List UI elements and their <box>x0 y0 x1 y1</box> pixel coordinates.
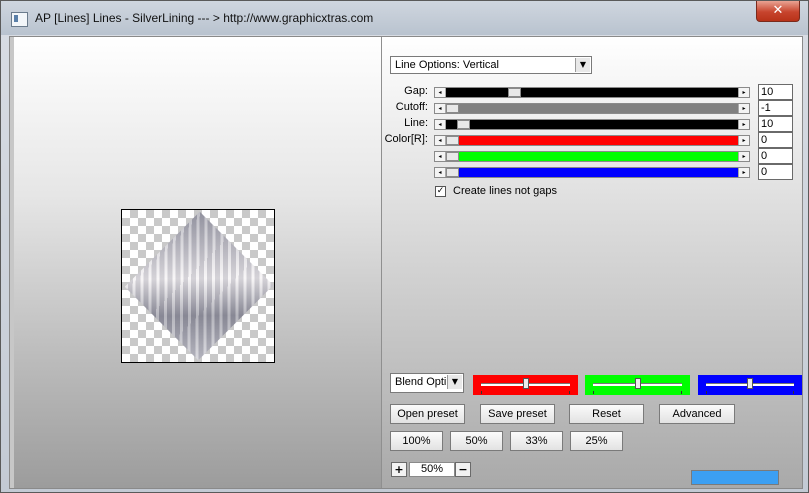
slider-value-field[interactable]: 0 <box>758 148 793 164</box>
parameter-slider[interactable]: ◂ ▸ <box>434 87 750 98</box>
arrow-right-icon[interactable]: ▸ <box>738 120 749 129</box>
slider-thumb[interactable] <box>522 378 529 389</box>
plugin-window: AP [Lines] Lines - SilverLining --- > ht… <box>0 0 809 493</box>
slider-ticks <box>593 391 682 394</box>
slider-track[interactable] <box>446 152 738 161</box>
parameter-slider[interactable]: ◂ ▸ <box>434 103 750 114</box>
slider-value-field[interactable]: 0 <box>758 132 793 148</box>
chevron-down-icon[interactable]: ▼ <box>575 58 590 72</box>
slider-thumb[interactable] <box>446 136 459 145</box>
line-options-value: Line Options: Vertical <box>395 59 499 71</box>
arrow-right-icon[interactable]: ▸ <box>738 136 749 145</box>
slider-thumb[interactable] <box>747 378 753 389</box>
arrow-right-icon[interactable]: ▸ <box>738 88 749 97</box>
arrow-left-icon[interactable]: ◂ <box>435 136 446 145</box>
line-options-select[interactable]: Line Options: Vertical ▼ <box>390 56 592 74</box>
slider-ticks <box>481 391 570 394</box>
create-lines-label: Create lines not gaps <box>453 185 557 197</box>
slider-thumb[interactable] <box>446 168 459 177</box>
dialog-body: Line Options: Vertical ▼ Gap: ◂ ▸ 10 Cutoff:… <box>9 36 803 489</box>
parameter-slider[interactable]: ◂ ▸ <box>434 167 750 178</box>
slider-thumb[interactable] <box>634 378 641 389</box>
slider-thumb[interactable] <box>446 104 459 113</box>
slider-track[interactable] <box>446 88 738 97</box>
silver-lines-diamond <box>124 211 274 361</box>
zoom-level-field[interactable]: 50% <box>409 462 455 477</box>
slider-thumb[interactable] <box>507 88 521 97</box>
arrow-right-icon[interactable]: ▸ <box>738 104 749 113</box>
zoom-33-button[interactable]: 33% <box>510 431 563 451</box>
app-window-icon <box>11 12 28 27</box>
settings-pane: Line Options: Vertical ▼ Gap: ◂ ▸ 10 Cutoff:… <box>382 37 802 488</box>
slider-track[interactable] <box>446 168 738 177</box>
blend-options-value: Blend Opti <box>395 376 447 388</box>
zoom-100-button[interactable]: 100% <box>390 431 443 451</box>
slider-value-field[interactable]: 10 <box>758 116 793 132</box>
slider-track[interactable] <box>446 136 738 145</box>
progress-bar <box>691 470 779 485</box>
title-bar: AP [Lines] Lines - SilverLining --- > ht… <box>1 1 808 35</box>
slider-thumb[interactable] <box>457 120 471 129</box>
slider-track[interactable] <box>446 104 738 113</box>
slider-label: Color[R]: <box>384 133 428 145</box>
arrow-left-icon[interactable]: ◂ <box>435 104 446 113</box>
arrow-left-icon[interactable]: ◂ <box>435 168 446 177</box>
parameter-slider[interactable]: ◂ ▸ <box>434 135 750 146</box>
arrow-left-icon[interactable]: ◂ <box>435 120 446 129</box>
slider-ticks <box>706 391 794 394</box>
slider-thumb[interactable] <box>446 152 459 161</box>
arrow-left-icon[interactable]: ◂ <box>435 88 446 97</box>
open-preset-button[interactable]: Open preset <box>390 404 465 424</box>
save-preset-button[interactable]: Save preset <box>480 404 555 424</box>
create-lines-checkbox[interactable]: ✓ <box>435 186 446 197</box>
advanced-button[interactable]: Advanced <box>659 404 735 424</box>
blend-options-select[interactable]: Blend Opti ▼ <box>390 373 464 393</box>
reset-button[interactable]: Reset <box>569 404 644 424</box>
close-button[interactable]: ✕ <box>756 1 800 22</box>
chevron-down-icon[interactable]: ▼ <box>447 375 462 389</box>
arrow-right-icon[interactable]: ▸ <box>738 168 749 177</box>
slider-track[interactable] <box>446 120 738 129</box>
slider-value-field[interactable]: 10 <box>758 84 793 100</box>
preview-image[interactable] <box>121 209 275 363</box>
slider-value-field[interactable]: 0 <box>758 164 793 180</box>
pane-edge <box>10 37 14 488</box>
zoom-in-button[interactable]: + <box>391 462 407 477</box>
slider-label: Cutoff: <box>395 101 428 113</box>
blend-color-slider[interactable] <box>585 375 690 395</box>
slider-label: Line: <box>404 117 428 129</box>
parameter-slider[interactable]: ◂ ▸ <box>434 119 750 130</box>
blend-color-slider[interactable] <box>698 375 802 395</box>
window-title: AP [Lines] Lines - SilverLining --- > ht… <box>35 11 374 25</box>
arrow-right-icon[interactable]: ▸ <box>738 152 749 161</box>
parameter-slider[interactable]: ◂ ▸ <box>434 151 750 162</box>
preview-pane <box>10 37 382 488</box>
zoom-50-button[interactable]: 50% <box>450 431 503 451</box>
zoom-out-button[interactable]: − <box>455 462 471 477</box>
arrow-left-icon[interactable]: ◂ <box>435 152 446 161</box>
blend-color-slider[interactable] <box>473 375 578 395</box>
slider-label: Gap: <box>404 85 428 97</box>
slider-value-field[interactable]: -1 <box>758 100 793 116</box>
zoom-25-button[interactable]: 25% <box>570 431 623 451</box>
